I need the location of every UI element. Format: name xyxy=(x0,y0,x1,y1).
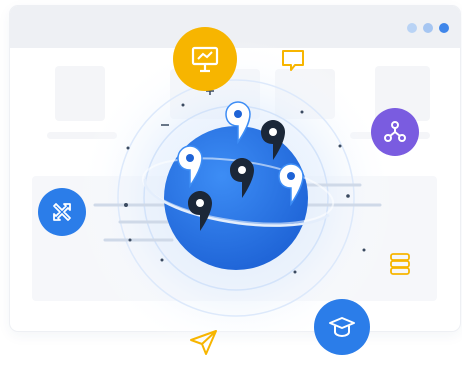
illustration xyxy=(0,0,462,390)
network-nodes-icon xyxy=(384,121,406,142)
tools-icon xyxy=(53,203,71,221)
network-badge xyxy=(371,108,419,156)
presentation-chart-icon xyxy=(191,46,219,73)
tools-badge xyxy=(38,188,86,236)
presentation-chart-badge xyxy=(173,27,237,91)
education-badge xyxy=(314,299,370,355)
database-icon xyxy=(390,253,410,275)
graduation-cap-icon xyxy=(329,317,355,338)
